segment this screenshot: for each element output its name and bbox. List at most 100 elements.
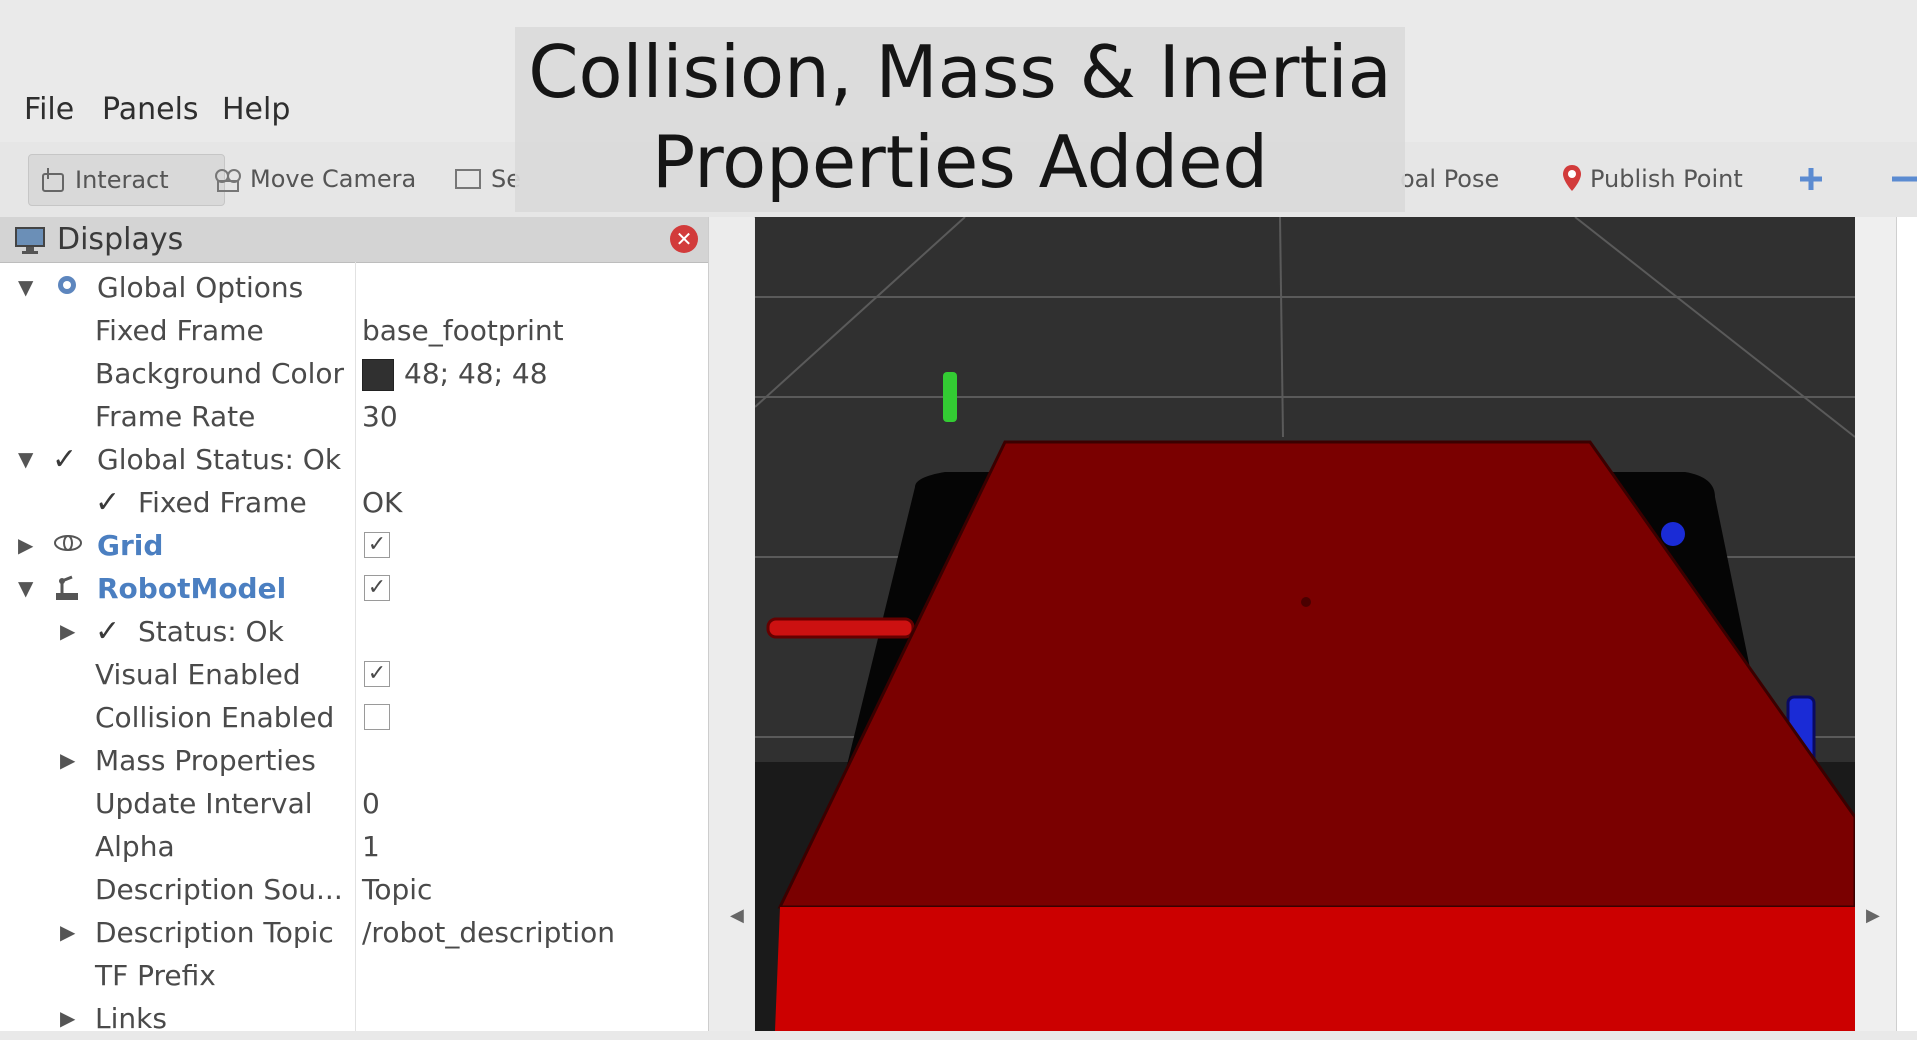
tree-row-background-color[interactable]: Background Color 48; 48; 48 — [0, 352, 708, 395]
background-color-text: 48; 48; 48 — [404, 357, 548, 390]
tree-row-frame-rate[interactable]: Frame Rate 30 — [0, 395, 708, 438]
checkmark-icon: ✓ — [95, 485, 121, 520]
tree-row-description-source[interactable]: Description Sou... Topic — [0, 868, 708, 911]
tree-row-grid[interactable]: ▶ Grid ✓ — [0, 524, 708, 567]
views-panel-edge — [1896, 217, 1917, 1031]
caption-line-1: Collision, Mass & Inertia — [528, 30, 1392, 114]
map-pin-icon — [1563, 165, 1581, 191]
menu-panels[interactable]: Panels — [102, 92, 199, 127]
tree-row-label: Collision Enabled — [95, 701, 335, 734]
green-axis-marker — [943, 372, 957, 422]
add-tool-button[interactable] — [1796, 154, 1826, 204]
tree-row-label: TF Prefix — [95, 959, 216, 992]
collapse-arrow-icon[interactable]: ▶ — [60, 997, 75, 1040]
tree-row-alpha[interactable]: Alpha 1 — [0, 825, 708, 868]
interact-tool-button[interactable]: Interact — [28, 154, 225, 206]
visual-enabled-checkbox[interactable]: ✓ — [364, 661, 390, 687]
menu-help[interactable]: Help — [222, 92, 290, 127]
tree-row-global-status[interactable]: ▼ ✓ Global Status: Ok — [0, 438, 708, 481]
tree-row-description-topic[interactable]: ▶ Description Topic /robot_description — [0, 911, 708, 954]
robot-arm-icon — [56, 575, 78, 600]
description-topic-value[interactable]: /robot_description — [362, 911, 615, 954]
tree-row-links[interactable]: ▶ Links — [0, 997, 708, 1040]
collapse-arrow-icon[interactable]: ▶ — [60, 911, 75, 954]
expand-arrow-icon[interactable]: ▼ — [18, 438, 33, 481]
select-tool-button[interactable]: Se — [453, 154, 521, 204]
camera-move-icon — [215, 169, 241, 192]
collapse-arrow-icon[interactable]: ▶ — [60, 739, 75, 782]
tree-row-tf-prefix[interactable]: TF Prefix — [0, 954, 708, 997]
description-source-value[interactable]: Topic — [362, 868, 432, 911]
displays-panel: Displays ✕ ▼ Global Options Fixed Frame … — [0, 217, 709, 1035]
displays-panel-header: Displays ✕ — [0, 217, 708, 263]
red-axis-marker — [766, 617, 915, 639]
tree-row-label: Description Topic — [95, 916, 334, 949]
tree-row-label: Alpha — [95, 830, 175, 863]
background-color-value[interactable]: 48; 48; 48 — [362, 352, 548, 395]
blue-caster-marker — [1661, 522, 1685, 546]
fixed-frame-status-value: OK — [362, 486, 403, 519]
move-camera-label: Move Camera — [250, 165, 417, 193]
publish-point-tool-button[interactable]: Publish Point — [1560, 154, 1743, 204]
tree-row-collision-enabled[interactable]: Collision Enabled — [0, 696, 708, 739]
remove-tool-button[interactable] — [1890, 154, 1917, 204]
tree-row-label: RobotModel — [97, 572, 287, 605]
tree-row-fixed-frame[interactable]: Fixed Frame base_footprint — [0, 309, 708, 352]
goal-pose-tool-button[interactable]: oal Pose — [1400, 154, 1499, 204]
publish-point-label: Publish Point — [1590, 165, 1743, 193]
select-icon — [455, 169, 481, 189]
tree-row-label: Background Color — [95, 357, 345, 390]
tree-row-fixed-frame-status[interactable]: ✓ Fixed Frame OK — [0, 481, 708, 524]
tree-row-label: Mass Properties — [95, 744, 316, 777]
grid-enabled-checkbox[interactable]: ✓ — [364, 532, 390, 558]
checkmark-icon: ✓ — [52, 442, 78, 477]
tree-row-robotmodel[interactable]: ▼ RobotModel ✓ — [0, 567, 708, 610]
tree-row-robot-status[interactable]: ▶ ✓ Status: Ok — [0, 610, 708, 653]
alpha-value[interactable]: 1 — [362, 825, 380, 868]
tree-row-label: Frame Rate — [95, 400, 256, 433]
color-swatch — [362, 359, 394, 391]
tree-row-label: Fixed Frame — [138, 486, 307, 519]
interact-label: Interact — [75, 166, 169, 194]
tree-row-visual-enabled[interactable]: Visual Enabled ✓ — [0, 653, 708, 696]
frame-rate-value[interactable]: 30 — [362, 395, 398, 438]
caption-line-2: Properties Added — [651, 120, 1269, 204]
tree-row-label: Grid — [97, 529, 164, 562]
grid-icon — [54, 535, 82, 551]
3d-render-viewport[interactable] — [755, 217, 1855, 1031]
plus-icon — [1800, 168, 1822, 190]
fixed-frame-value[interactable]: base_footprint — [362, 309, 564, 352]
tree-row-label: Global Options — [97, 271, 304, 304]
tree-row-label: Description Sou... — [95, 873, 343, 906]
robot-body-front — [775, 907, 1855, 1031]
robotmodel-enabled-checkbox[interactable]: ✓ — [364, 575, 390, 601]
scroll-left-arrow-icon[interactable]: ◀ — [730, 905, 744, 926]
tree-row-label: Visual Enabled — [95, 658, 301, 691]
scroll-right-arrow-icon[interactable]: ▶ — [1866, 905, 1880, 926]
monitor-icon — [15, 227, 45, 254]
close-panel-button[interactable]: ✕ — [670, 225, 698, 253]
move-camera-tool-button[interactable]: Move Camera — [212, 154, 416, 204]
expand-arrow-icon[interactable]: ▼ — [18, 567, 33, 610]
close-icon: ✕ — [675, 227, 693, 251]
expand-arrow-icon[interactable]: ▼ — [18, 266, 33, 309]
cursor-icon — [42, 168, 64, 192]
checkmark-icon: ✓ — [95, 614, 121, 649]
displays-panel-title: Displays — [57, 222, 184, 257]
tree-row-label: Links — [95, 1002, 167, 1035]
collapse-arrow-icon[interactable]: ▶ — [18, 524, 33, 567]
tree-row-label: Global Status: Ok — [97, 443, 342, 476]
robot-scene — [755, 217, 1855, 1031]
collapse-arrow-icon[interactable]: ▶ — [60, 610, 75, 653]
tree-row-update-interval[interactable]: Update Interval 0 — [0, 782, 708, 825]
collision-enabled-checkbox[interactable] — [364, 704, 390, 730]
gear-icon — [58, 276, 76, 294]
update-interval-value[interactable]: 0 — [362, 782, 380, 825]
tree-row-global-options[interactable]: ▼ Global Options — [0, 266, 708, 309]
menu-file[interactable]: File — [24, 92, 74, 127]
video-caption-overlay: Collision, Mass & Inertia Properties Add… — [515, 27, 1405, 212]
tree-row-label: Update Interval — [95, 787, 313, 820]
tree-row-mass-properties[interactable]: ▶ Mass Properties — [0, 739, 708, 782]
body-center-marker — [1301, 597, 1311, 607]
tree-row-label: Status: Ok — [138, 615, 284, 648]
